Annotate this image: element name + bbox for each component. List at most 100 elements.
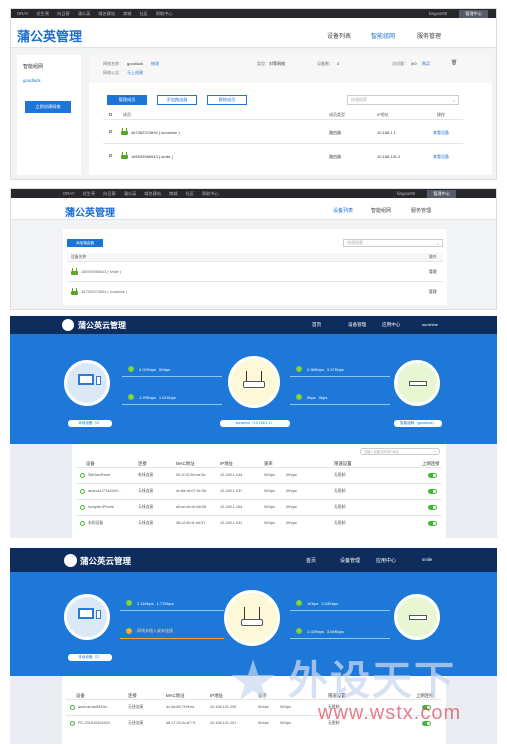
router-circle — [224, 590, 280, 646]
nav-item[interactable]: 向日葵 — [103, 191, 116, 197]
topology-panel: 本地设备（4） ↑ 0.02Kbps 0Kbps ↑ 1.29Kbps 1.61… — [10, 334, 497, 444]
manage-link[interactable]: 管理 — [429, 270, 437, 275]
nav-item[interactable]: 社区 — [139, 11, 147, 17]
nav-item[interactable]: 花生壳 — [83, 191, 96, 197]
menu-app-center[interactable]: 应用中心 — [382, 322, 400, 328]
limit-setting[interactable]: 无限制 — [334, 521, 345, 526]
device-icon — [70, 705, 75, 710]
menu-device-manage[interactable]: 设备管理 — [348, 322, 366, 328]
view-device-link[interactable]: 查看设备 — [433, 154, 449, 160]
download-speed: 0bps — [318, 394, 328, 400]
nav-item[interactable]: 蒲公英 — [78, 11, 91, 17]
nav-item[interactable]: 帮助中心 — [202, 191, 219, 197]
connection-type: 无线连接 — [138, 505, 154, 509]
table-row: SkiHardKnee 有线连接 00:1f:32:54:ea:5e 10.16… — [76, 468, 442, 484]
nav-item[interactable]: 向日葵 — [57, 11, 70, 17]
device-icon — [80, 489, 85, 494]
table-header: 成员 成员类型 IP地址 操作 — [103, 110, 463, 120]
buy-link[interactable]: 购买 — [422, 61, 430, 67]
download-speed: 1.77Kbps — [156, 600, 174, 606]
tab-remove-member[interactable]: 删除成员 — [207, 95, 247, 105]
nav-item[interactable]: 花生壳 — [37, 11, 50, 17]
col-op: 操作 — [429, 255, 437, 259]
tab-add-router[interactable]: 添加路由器 — [157, 95, 197, 105]
nav-item[interactable]: 域名建站 — [144, 191, 161, 197]
select-all-checkbox[interactable] — [109, 113, 112, 116]
member-name: 165993966043 ( smile ) — [131, 154, 174, 159]
col-limit: 限速设置 — [334, 461, 352, 466]
main-panel: 添加路由器 快速搜索 ⌕ 设备名称 操作 165993966043 ( smil… — [63, 229, 447, 305]
limit-setting[interactable]: 无限制 — [334, 489, 345, 494]
add-router-button[interactable]: 添加路由器 — [67, 239, 103, 247]
device-name[interactable]: android-f77a22e9... — [88, 489, 121, 493]
device-name[interactable]: 未知设备 — [88, 521, 103, 526]
view-device-link[interactable]: 查看设备 — [433, 130, 449, 136]
member-type: 路由器 — [329, 130, 341, 135]
online-toggle[interactable] — [422, 705, 431, 710]
create-network-button[interactable]: 立即创建网络 — [25, 101, 71, 113]
menu-device-list[interactable]: 设备列表 — [327, 31, 351, 40]
menu-device-manage[interactable]: 设备管理 — [340, 557, 360, 564]
row-checkbox[interactable] — [109, 154, 112, 157]
search-input[interactable]: 快速搜索 ⌕ — [343, 239, 443, 247]
device-name[interactable]: luckyde-iPhone — [88, 505, 114, 509]
menu-smart-network[interactable]: 智能组网 — [371, 207, 391, 214]
device-name[interactable]: SkiHardKnee — [88, 473, 110, 477]
local-devices-pill[interactable]: 本地设备（4） — [68, 420, 112, 427]
manage-link[interactable]: 管理 — [429, 290, 437, 295]
nav-item[interactable]: 商城 — [123, 11, 131, 17]
nav-item[interactable]: ORAY — [17, 11, 29, 16]
nav-item[interactable]: 蒲公英 — [124, 191, 137, 197]
online-toggle[interactable] — [428, 521, 437, 526]
download-speed: 1.61Kbps — [158, 394, 176, 400]
menu-home[interactable]: 首页 — [306, 557, 316, 564]
user-menu[interactable]: sunshine — [422, 322, 438, 327]
device-name[interactable]: PC-201610261502 — [78, 721, 110, 725]
limit-setting[interactable]: 无限制 — [328, 721, 339, 726]
antenna-icon — [259, 607, 260, 619]
nav-item[interactable]: 商城 — [169, 191, 177, 197]
edit-name-link[interactable]: 修改 — [151, 61, 159, 67]
device-icon — [80, 505, 85, 510]
online-toggle[interactable] — [422, 721, 431, 726]
trash-icon[interactable]: 🗑 — [451, 60, 457, 66]
console-button[interactable]: 管理中心 — [459, 9, 488, 18]
user-menu[interactable]: kingaor00 — [429, 11, 447, 16]
limit-setting[interactable]: 无限制 — [334, 505, 345, 510]
menu-smart-network[interactable]: 智能组网 — [371, 31, 395, 40]
online-toggle[interactable] — [428, 505, 437, 510]
table-row: 165993966043 ( smile ) 管理 — [67, 262, 443, 282]
device-name[interactable]: android-ae6549e... — [78, 705, 110, 709]
download-speed: 3.37Kbps — [326, 366, 344, 372]
menu-device-list[interactable]: 设备列表 — [333, 207, 353, 214]
user-menu[interactable]: smile — [422, 557, 432, 562]
search-input[interactable]: 快速搜索 ⌕ — [347, 95, 459, 105]
nav-item[interactable]: ORAY — [63, 191, 75, 196]
local-devices-pill[interactable]: 本地设备（2） — [68, 654, 112, 661]
console-button[interactable]: 管理中心 — [427, 189, 456, 198]
nav-item[interactable]: 帮助中心 — [156, 11, 173, 17]
online-toggle[interactable] — [428, 489, 437, 494]
user-menu[interactable]: kingaor00 — [397, 191, 415, 196]
online-toggle[interactable] — [428, 473, 437, 478]
nav-item[interactable]: 域名建站 — [98, 11, 115, 17]
col-mac: MAC地址 — [166, 693, 185, 698]
menu-service[interactable]: 服务管理 — [411, 207, 431, 214]
router-pill[interactable]: sunshine（10.168.1.1） — [220, 420, 290, 427]
search-input[interactable]: 请输入设备名称或IP地址 ⌕ — [360, 448, 440, 455]
menu-app-center[interactable]: 应用中心 — [376, 557, 396, 564]
member-ip: 10.168.1.1 — [377, 130, 396, 135]
limit-setting[interactable]: 无限制 — [328, 705, 339, 710]
router-icon — [121, 128, 128, 135]
smart-network-pill[interactable]: 智能组网（goodluck） — [394, 420, 442, 427]
row-checkbox[interactable] — [109, 130, 112, 133]
network-name-link[interactable]: goodluck — [23, 78, 81, 83]
col-device: 设备 — [76, 693, 85, 698]
menu-home[interactable]: 首页 — [312, 322, 321, 328]
limit-setting[interactable]: 无限制 — [334, 473, 345, 478]
notice-value[interactable]: 马上创建 — [127, 70, 143, 76]
tab-manage-members[interactable]: 管理成员 — [107, 95, 147, 105]
nav-item[interactable]: 社区 — [185, 191, 193, 197]
table-row: android-f77a22e9... 无线连接 4c:8d:c6:07:9c:… — [76, 484, 442, 500]
menu-service[interactable]: 服务管理 — [417, 31, 441, 40]
